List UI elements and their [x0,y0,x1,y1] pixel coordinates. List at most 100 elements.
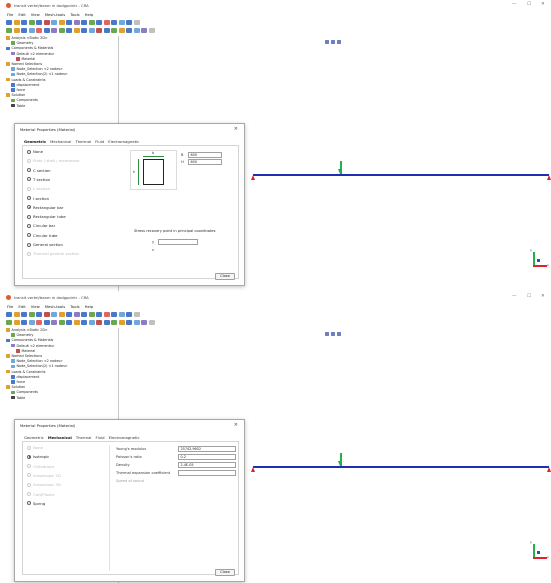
toolbar-button-icon[interactable] [73,19,80,26]
radio-option[interactable]: General section [27,242,63,247]
radio-option[interactable]: Circular bar [27,223,55,228]
h-field-input[interactable]: 600 [188,159,222,165]
radio-unselected-icon[interactable] [27,149,31,154]
menu-edit[interactable]: Edit [18,12,25,17]
tab-fluid[interactable]: Fluid [95,434,104,441]
toolbar-button-icon[interactable] [111,311,117,318]
tree-item[interactable]: Geometry [11,41,33,45]
toolbar-button-icon[interactable] [58,19,65,26]
minimize-icon[interactable]: — [512,2,517,7]
toolbar-button-icon[interactable] [66,311,72,318]
toolbar-button-icon[interactable] [6,27,12,34]
toolbar-button-icon[interactable] [36,27,42,34]
b-field-input[interactable]: 600 [188,152,222,158]
radio-option[interactable]: T section [27,177,50,182]
toolbar-button-icon[interactable] [21,311,27,318]
view-rotate-icon[interactable] [331,332,335,336]
toolbar-button-icon[interactable] [148,319,155,326]
toolbar-button-icon[interactable] [58,311,65,318]
toolbar-button-icon[interactable] [13,19,20,26]
toolbar-button-icon[interactable] [28,311,35,318]
menu-view[interactable]: View [31,12,40,17]
toolbar-button-icon[interactable] [81,319,87,326]
toolbar-button-icon[interactable] [51,27,57,34]
view-fit-icon[interactable] [325,332,329,336]
radio-option[interactable]: C section [27,168,51,173]
radio-option[interactable]: Spring [27,501,45,506]
toolbar-button-icon[interactable] [51,311,57,318]
toolbar-button-icon[interactable] [103,319,110,326]
view-rotate-icon[interactable] [331,40,335,44]
radio-unselected-icon[interactable] [27,223,31,228]
density-input[interactable]: 2.4E-05 [178,462,236,468]
toolbar-button-icon[interactable] [103,19,110,26]
menu-help[interactable]: Help [85,304,94,309]
tab-mechanical[interactable]: Mechanical [48,434,72,441]
toolbar-button-icon[interactable] [133,319,140,326]
toolbar-button-icon[interactable] [73,311,80,318]
toolbar-button-icon[interactable] [103,311,110,318]
tree-item[interactable]: force [11,380,25,384]
close-window-icon[interactable]: ✕ [541,2,545,7]
toolbar-button-icon[interactable] [133,311,140,318]
toolbar-button-icon[interactable] [96,319,102,326]
tab-electromagnetic[interactable]: Electromagnetic [109,434,140,441]
tree-item[interactable]: Node_Selection <2 nodes> [11,359,63,363]
toolbar-button-icon[interactable] [28,319,35,326]
tree-item[interactable]: Node_Selection(2) <1 nodes> [11,72,68,76]
toolbar-button-icon[interactable] [81,311,87,318]
radio-selected-icon[interactable] [27,454,31,459]
menu-mesh-tools[interactable]: Mesh-tools [45,12,66,17]
toolbar-button-icon[interactable] [6,311,12,318]
radio-unselected-icon[interactable] [27,233,31,238]
toolbar-button-icon[interactable] [96,311,102,318]
toolbar-button-icon[interactable] [36,311,42,318]
menu-mesh-tools[interactable]: Mesh-tools [45,304,66,309]
tree-item[interactable]: Material [16,349,35,353]
tree-item[interactable]: Node_Selection(2) <1 nodes> [11,364,68,368]
toolbar-button-icon[interactable] [21,27,27,34]
tree-item[interactable]: Components [11,98,38,102]
radio-unselected-icon[interactable] [27,168,31,173]
tree-item[interactable]: force [11,88,25,92]
toolbar-button-icon[interactable] [111,27,117,34]
tree-item[interactable]: Loads & Constraints [6,370,46,374]
youngs-modulus-input[interactable]: 25742.9602 [178,446,236,452]
toolbar-button-icon[interactable] [141,27,147,34]
maximize-icon[interactable]: ☐ [527,294,531,299]
stress-y-input[interactable] [158,239,198,245]
toolbar-button-icon[interactable] [13,319,20,326]
toolbar-button-icon[interactable] [126,311,132,318]
menu-file[interactable]: File [7,304,13,309]
tree-item[interactable]: Geometry [11,333,33,337]
toolbar-button-icon[interactable] [126,27,132,34]
toolbar-button-icon[interactable] [21,319,27,326]
menu-file[interactable]: File [7,12,13,17]
tree-item[interactable]: Table [11,104,25,108]
toolbar-button-icon[interactable] [88,19,95,26]
tree-item[interactable]: Named Selections [6,62,42,66]
toolbar-button-icon[interactable] [43,19,50,26]
toolbar-button-icon[interactable] [66,27,72,34]
toolbar-button-icon[interactable] [51,319,57,326]
tree-item[interactable]: Solution [6,385,25,389]
radio-option[interactable]: Circular tube [27,233,57,238]
close-button[interactable]: Close [215,569,235,576]
radio-option[interactable]: None [27,149,43,154]
toolbar-button-icon[interactable] [118,311,125,318]
menu-tools[interactable]: Tools [70,304,79,309]
toolbar-button-icon[interactable] [141,319,147,326]
menu-tools[interactable]: Tools [70,12,79,17]
toolbar-button-icon[interactable] [6,19,12,26]
toolbar-button-icon[interactable] [118,319,125,326]
tree-item[interactable]: Components & Materials [6,338,53,342]
toolbar-button-icon[interactable] [111,19,117,26]
close-button[interactable]: Close [215,273,235,280]
toolbar-button-icon[interactable] [88,311,95,318]
tree-item[interactable]: Analysis <Static 2D> [6,328,48,332]
dialog-close-icon[interactable]: × [234,422,238,428]
toolbar-button-icon[interactable] [36,319,42,326]
toolbar-button-icon[interactable] [133,27,140,34]
toolbar-button-icon[interactable] [88,319,95,326]
toolbar-button-icon[interactable] [81,27,87,34]
